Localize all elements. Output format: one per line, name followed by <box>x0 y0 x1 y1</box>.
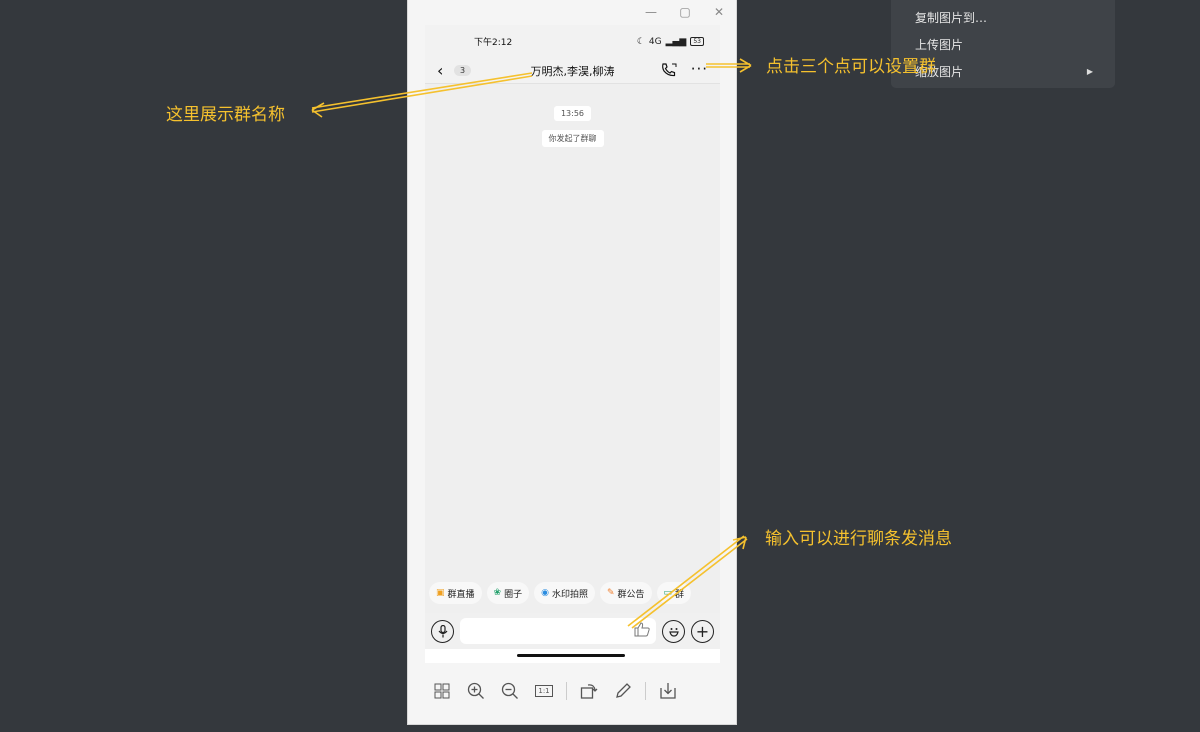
arrow-to-group-name <box>311 72 533 118</box>
arrow-from-more-dots <box>706 58 752 73</box>
arrow-to-input-hint <box>627 535 748 629</box>
annotation-group-name: 这里展示群名称 <box>166 105 285 125</box>
annotation-more-dots: 点击三个点可以设置群 <box>766 57 936 77</box>
annotation-input: 输入可以进行聊条发消息 <box>765 529 952 549</box>
